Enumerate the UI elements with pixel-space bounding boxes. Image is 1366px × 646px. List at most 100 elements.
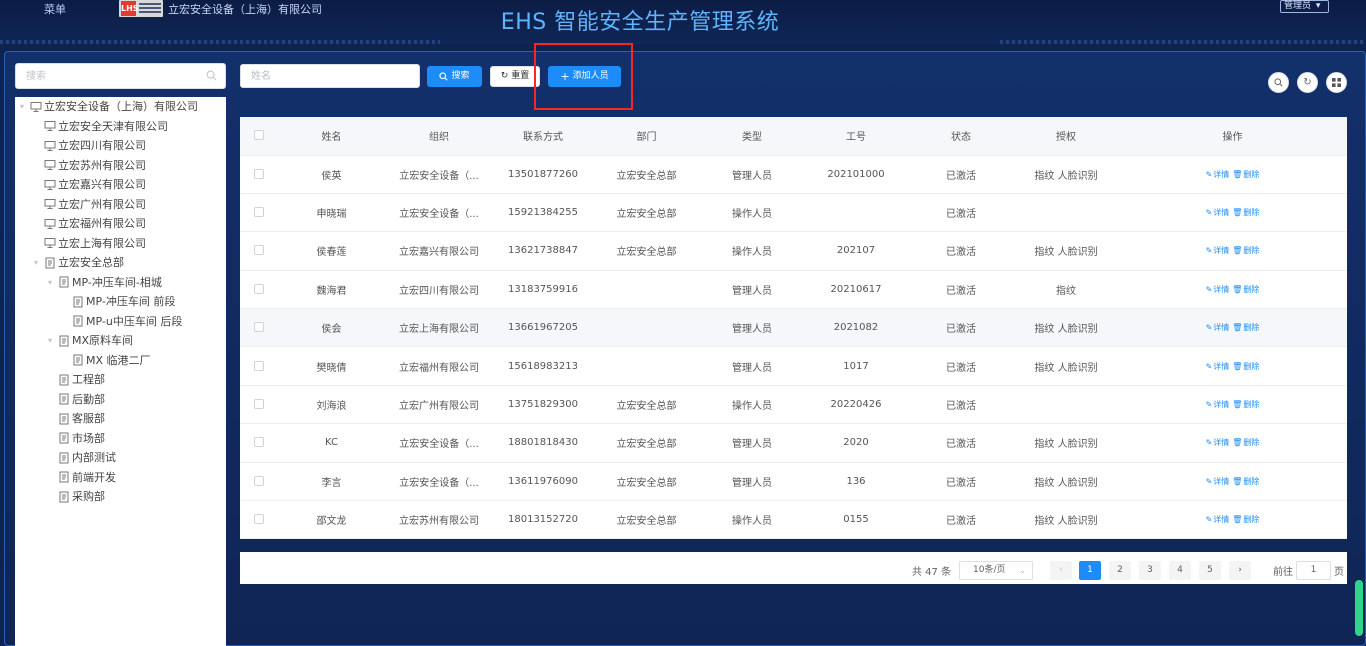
table-row[interactable]: 邵文龙 立宏苏州有限公司 18013152720 立宏安全总部 操作人员 0155 已激活指…	[240, 500, 1347, 540]
tree-node[interactable]: 前端开发	[48, 468, 116, 487]
tree-node[interactable]: ▾ 立宏安全设备（上海）有限公司	[20, 97, 198, 116]
monitor-icon	[44, 179, 56, 190]
trash-icon: 🗑	[1232, 284, 1243, 294]
detail-link[interactable]: ✎ 详情	[1206, 476, 1230, 487]
caret-down-icon[interactable]: ▾	[34, 253, 44, 272]
search-circle-button[interactable]	[1268, 72, 1289, 93]
select-all-checkbox[interactable]	[254, 130, 264, 141]
row-checkbox[interactable]	[254, 514, 264, 525]
prev-page-button[interactable]: ‹	[1050, 561, 1072, 580]
cell-name: 侯英	[278, 155, 385, 194]
tree-node[interactable]: MX 临港二厂	[62, 351, 151, 370]
detail-link[interactable]: ✎ 详情	[1206, 284, 1230, 295]
tree-node[interactable]: 工程部	[48, 370, 105, 389]
row-checkbox[interactable]	[254, 399, 264, 410]
detail-label: 详情	[1213, 284, 1230, 294]
detail-link[interactable]: ✎ 详情	[1206, 245, 1230, 256]
page-number-button[interactable]: 4	[1169, 561, 1191, 580]
search-button[interactable]: 搜索	[427, 66, 482, 87]
row-checkbox[interactable]	[254, 475, 264, 486]
tree-node[interactable]: 立宏上海有限公司	[34, 234, 146, 253]
header-decoration-left	[0, 40, 440, 44]
table-row[interactable]: 刘海浪 立宏广州有限公司 13751829300 立宏安全总部 操作人员 20220426…	[240, 385, 1347, 425]
row-checkbox[interactable]	[254, 207, 264, 218]
tree-node[interactable]: 市场部	[48, 429, 105, 448]
delete-link[interactable]: 🗑 删除	[1232, 361, 1259, 372]
page-number-button[interactable]: 1	[1079, 561, 1101, 580]
table-row[interactable]: 侯春莲 立宏嘉兴有限公司 13621738847 立宏安全总部 操作人员 202107 已激…	[240, 231, 1347, 271]
cell-status: 已激活	[908, 346, 1014, 386]
document-icon	[45, 257, 55, 268]
page-scrollbar[interactable]	[1355, 580, 1363, 636]
user-menu-button[interactable]: 管理员 ▾	[1280, 0, 1329, 13]
delete-link[interactable]: 🗑 删除	[1232, 476, 1259, 487]
chevron-left-icon: ‹	[1059, 565, 1063, 575]
tree-node[interactable]: 后勤部	[48, 390, 105, 409]
delete-link[interactable]: 🗑 删除	[1232, 322, 1259, 333]
table-row[interactable]: 魏海君 立宏四川有限公司 13183759916 管理人员 20210617 已激活 指纹 ✎…	[240, 270, 1347, 310]
delete-link[interactable]: 🗑 删除	[1232, 169, 1259, 180]
add-person-button[interactable]: + 添加人员	[548, 66, 621, 87]
tree-node-label: 立宏安全天津有限公司	[58, 119, 168, 133]
table-row[interactable]: 樊晓倩 立宏福州有限公司 15618983213 管理人员 1017 已激活 指纹 人脸识别…	[240, 346, 1347, 386]
row-checkbox[interactable]	[254, 245, 264, 256]
row-checkbox[interactable]	[254, 322, 264, 333]
page-number-button[interactable]: 3	[1139, 561, 1161, 580]
table-row[interactable]: 侯英 立宏安全设备（... 13501877260 立宏安全总部 管理人员 2021010…	[240, 155, 1347, 194]
goto-page-input[interactable]: 1	[1296, 561, 1331, 580]
tree-node[interactable]: 立宏福州有限公司	[34, 214, 146, 233]
tree-node[interactable]: 立宏安全天津有限公司	[34, 117, 168, 136]
page-number-button[interactable]: 2	[1109, 561, 1131, 580]
caret-down-icon[interactable]: ▾	[48, 331, 58, 350]
detail-link[interactable]: ✎ 详情	[1206, 399, 1230, 410]
detail-link[interactable]: ✎ 详情	[1206, 361, 1230, 372]
row-checkbox[interactable]	[254, 168, 264, 179]
tree-node[interactable]: 内部测试	[48, 448, 116, 467]
page-number-button[interactable]: 5	[1199, 561, 1221, 580]
caret-down-icon[interactable]: ▾	[20, 97, 30, 116]
detail-link[interactable]: ✎ 详情	[1206, 169, 1230, 180]
caret-down-icon[interactable]: ▾	[48, 273, 58, 292]
table-row[interactable]: 李言 立宏安全设备（... 13611976090 立宏安全总部 管理人员 136 已激活指…	[240, 462, 1347, 502]
tree-node[interactable]: 采购部	[48, 487, 105, 506]
detail-link[interactable]: ✎ 详情	[1206, 514, 1230, 525]
cell-type: 管理人员	[700, 270, 804, 310]
edit-icon: ✎	[1205, 476, 1213, 486]
tree-node[interactable]: 立宏嘉兴有限公司	[34, 175, 146, 194]
tree-node[interactable]: MP-冲压车间 前段	[62, 292, 175, 311]
delete-link[interactable]: 🗑 删除	[1232, 207, 1259, 218]
total-count: 共 47 条	[912, 567, 952, 578]
row-checkbox[interactable]	[254, 360, 264, 371]
delete-link[interactable]: 🗑 删除	[1232, 437, 1259, 448]
table-row[interactable]: 申晓瑞 立宏安全设备（... 15921384255 立宏安全总部 操作人员 已激活 ✎ 详情…	[240, 193, 1347, 233]
monitor-icon	[44, 160, 56, 170]
tree-node[interactable]: 客服部	[48, 409, 105, 428]
delete-link[interactable]: 🗑 删除	[1232, 284, 1259, 295]
page-size-select[interactable]: 10条/页 ⌄	[959, 561, 1033, 580]
detail-link[interactable]: ✎ 详情	[1206, 207, 1230, 218]
detail-link[interactable]: ✎ 详情	[1206, 437, 1230, 448]
refresh-circle-button[interactable]: ↻	[1297, 72, 1318, 93]
tree-node[interactable]: MP-u中压车间 后段	[62, 312, 182, 331]
delete-link[interactable]: 🗑 删除	[1232, 245, 1259, 256]
tree-node[interactable]: 立宏苏州有限公司	[34, 156, 146, 175]
reset-button[interactable]: ↻ 重置	[490, 66, 540, 87]
tree-node-label: 采购部	[72, 490, 105, 503]
row-checkbox[interactable]	[254, 283, 264, 294]
delete-link[interactable]: 🗑 删除	[1232, 399, 1259, 410]
tree-node[interactable]: ▾ MP-冲压车间-相城	[48, 273, 162, 292]
row-checkbox[interactable]	[254, 437, 264, 448]
grid-circle-button[interactable]	[1326, 72, 1347, 93]
org-tree: ▾ 立宏安全设备（上海）有限公司立宏安全天津有限公司立宏四川有限公司 立宏苏州有限公…	[15, 97, 226, 646]
tree-node[interactable]: 立宏广州有限公司	[34, 195, 146, 214]
next-page-button[interactable]: ›	[1229, 561, 1251, 580]
tree-node[interactable]: ▾ 立宏安全总部	[34, 253, 124, 272]
table-row[interactable]: KC 立宏安全设备（... 18801818430 立宏安全总部 管理人员 2020 已激活…	[240, 423, 1347, 463]
delete-link[interactable]: 🗑 删除	[1232, 514, 1259, 525]
tree-search-input[interactable]	[26, 64, 206, 88]
tree-node[interactable]: 立宏四川有限公司	[34, 136, 146, 155]
table-row[interactable]: 侯会 立宏上海有限公司 13661967205 管理人员 2021082 已激活 指纹 人脸…	[240, 308, 1347, 348]
tree-node[interactable]: ▾ MX原料车间	[48, 331, 133, 350]
detail-link[interactable]: ✎ 详情	[1206, 322, 1230, 333]
name-search-input[interactable]	[251, 65, 411, 87]
